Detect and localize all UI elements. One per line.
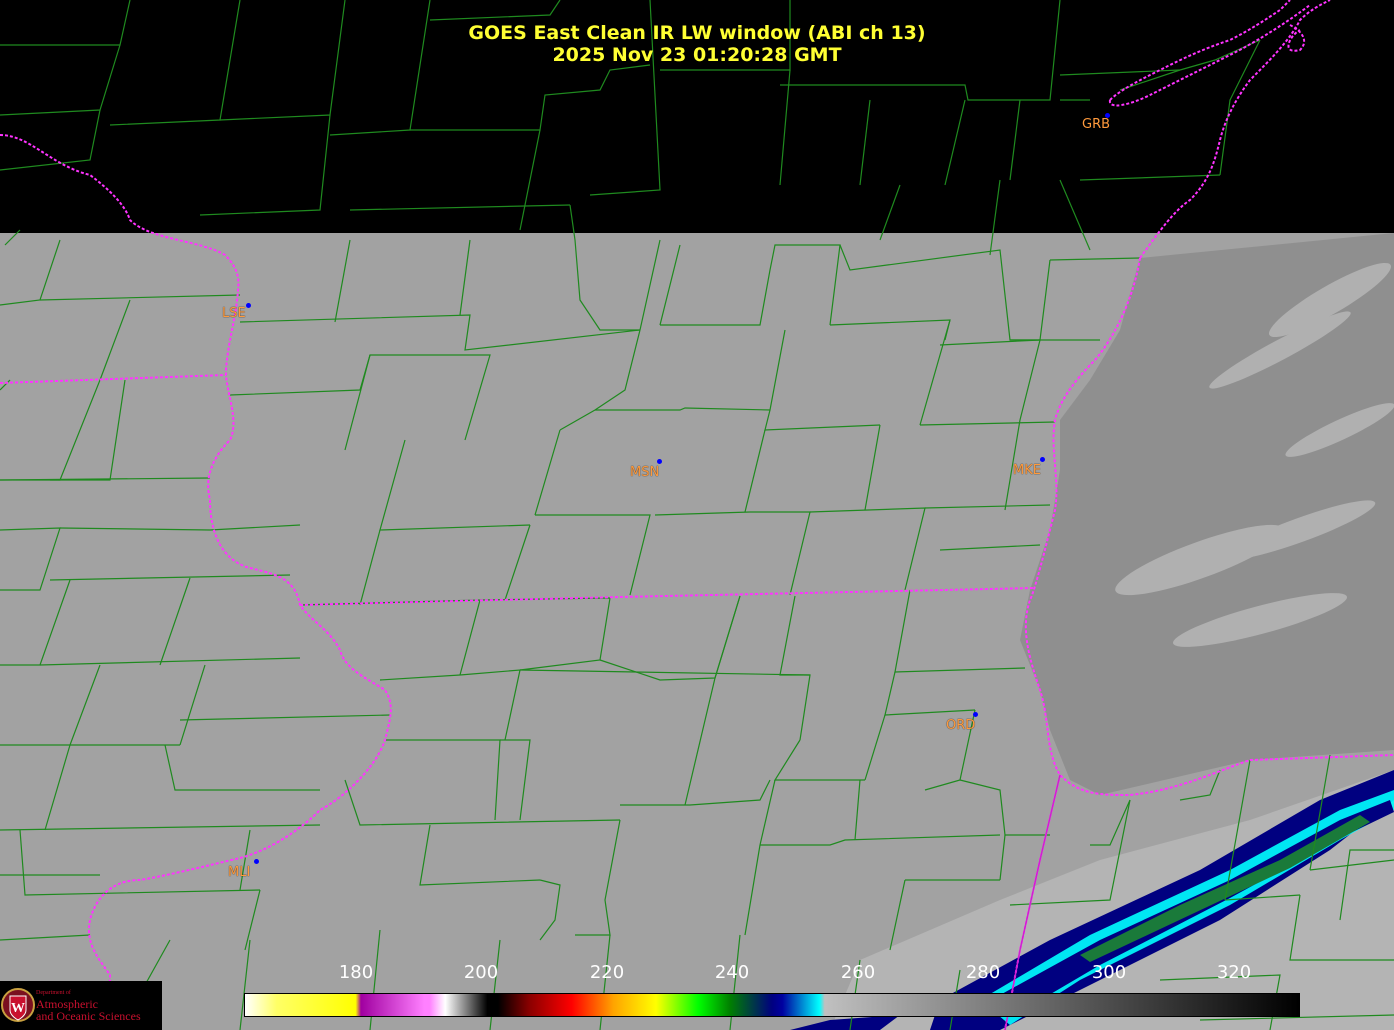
scale-tick-180: 180 <box>338 962 374 983</box>
scale-tick-300: 300 <box>1091 962 1127 983</box>
station-label-grb: GRB <box>1082 117 1111 132</box>
station-label-lse: LSE <box>222 306 246 321</box>
logo-line1: Department of <box>36 990 71 996</box>
station-marker-mli <box>254 859 259 864</box>
scale-tick-200: 200 <box>463 962 499 983</box>
scale-tick-320: 320 <box>1216 962 1252 983</box>
station-marker-ord <box>973 712 978 717</box>
scale-tick-220: 220 <box>589 962 625 983</box>
satellite-map <box>0 0 1394 1030</box>
station-marker-lse <box>246 303 251 308</box>
station-label-mke: MKE <box>1013 463 1041 478</box>
image-title-line2: 2025 Nov 23 01:20:28 GMT <box>552 44 842 66</box>
station-label-ord: ORD <box>946 718 976 733</box>
crest-letter: W <box>11 1001 25 1016</box>
temperature-colorbar <box>244 993 1300 1017</box>
scale-tick-240: 240 <box>714 962 750 983</box>
aos-logo: W Department of Atmospheric and Oceanic … <box>0 981 162 1030</box>
scale-tick-260: 260 <box>840 962 876 983</box>
station-marker-mke <box>1040 457 1045 462</box>
station-label-msn: MSN <box>630 465 660 480</box>
station-label-mli: MLI <box>228 865 251 880</box>
uw-crest-icon: W <box>1 988 35 1022</box>
scale-tick-280: 280 <box>965 962 1001 983</box>
logo-line3: and Oceanic Sciences <box>36 1009 141 1023</box>
image-title-line1: GOES East Clean IR LW window (ABI ch 13) <box>468 22 926 44</box>
station-marker-msn <box>657 459 662 464</box>
